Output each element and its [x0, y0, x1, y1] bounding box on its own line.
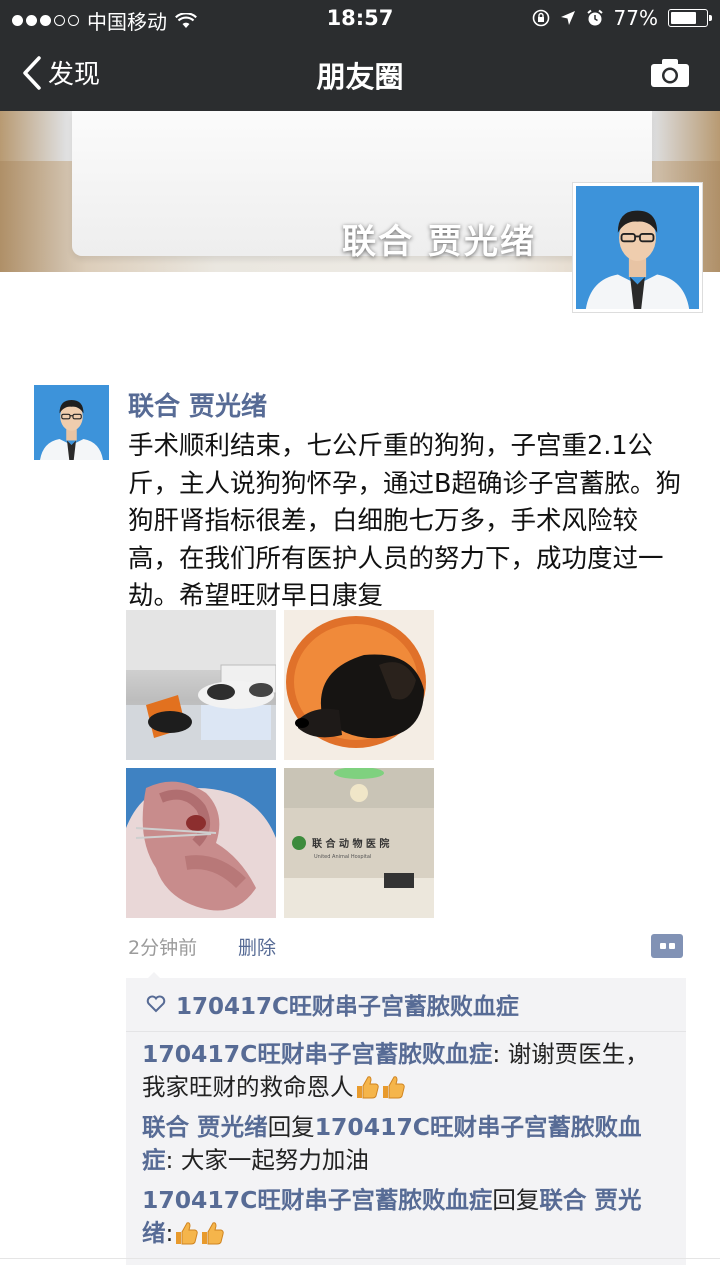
thumbs-up-icon	[382, 1076, 405, 1099]
post-text: 手术顺利结束，七公斤重的狗狗，子宫重2.1公斤，主人说狗狗怀孕，通过B超确诊子宫…	[128, 431, 681, 611]
comments-list: 170417C旺财串子宫蓄脓败血症: 谢谢贾医生，我家旺财的救命恩人 联合 贾光绪…	[126, 1032, 686, 1265]
reply-word: 回复	[492, 1186, 540, 1214]
reply-word: 回复	[267, 1113, 315, 1141]
heart-icon	[146, 995, 166, 1013]
delete-button[interactable]: 删除	[238, 933, 276, 960]
photo-dog-cone[interactable]	[284, 610, 434, 760]
photo-hospital-lobby[interactable]: 联 合 动 物 医 院 United Animal Hospital	[284, 768, 434, 918]
orientation-lock-icon	[532, 9, 549, 27]
comment-text: : 大家一起努力加油	[165, 1146, 369, 1174]
nav-bar: 发现 朋友圈	[0, 38, 720, 111]
like-user[interactable]: 170417C旺财串子宫蓄脓败血症	[176, 987, 519, 1021]
alarm-icon	[586, 9, 603, 26]
post-time: 2分钟前	[128, 937, 198, 959]
profile-avatar[interactable]	[572, 182, 703, 313]
battery-percent: 77%	[613, 6, 658, 30]
photo-sign-text: 联 合 动 物 医 院	[312, 837, 389, 850]
thumbs-up-icon	[202, 1222, 225, 1245]
interaction-panel: 170417C旺财串子宫蓄脓败血症 170417C旺财串子宫蓄脓败血症: 谢谢贾…	[126, 972, 686, 1265]
location-icon	[560, 11, 575, 25]
camera-icon[interactable]	[650, 58, 690, 88]
comment-text: :	[165, 1219, 174, 1247]
page-title: 朋友圈	[316, 60, 404, 94]
comment-user[interactable]: 170417C旺财串子宫蓄脓败血症	[142, 1040, 492, 1068]
thumbs-up-icon	[176, 1222, 199, 1245]
top-bar: 中国移动 18:57 77% 发现 朋友圈	[0, 0, 720, 111]
likes-row: 170417C旺财串子宫蓄脓败血症	[126, 978, 686, 1032]
photo-sign-subtext: United Animal Hospital	[314, 854, 371, 860]
comment-item[interactable]: 联合 贾光绪回复170417C旺财串子宫蓄脓败血症: 大家一起努力加油	[142, 1111, 668, 1177]
comment-user[interactable]: 联合 贾光绪	[142, 1113, 268, 1141]
comment-item[interactable]: 170417C旺财串子宫蓄脓败血症回复联合 贾光绪:	[142, 1184, 668, 1250]
comment-user[interactable]: 170417C旺财串子宫蓄脓败血症	[142, 1186, 492, 1214]
comment-menu-icon[interactable]	[651, 934, 683, 958]
comment-item[interactable]: 170417C旺财串子宫蓄脓败血症: 谢谢贾医生，我家旺财的救命恩人	[142, 1038, 668, 1104]
post-author-name[interactable]: 联合 贾光绪	[128, 386, 267, 423]
thumbs-up-icon	[356, 1076, 379, 1099]
photo-dog-recovering[interactable]	[126, 610, 276, 760]
post-author-avatar[interactable]	[34, 385, 109, 460]
divider	[0, 1258, 720, 1259]
status-bar: 中国移动 18:57 77%	[0, 0, 720, 38]
cover-name: 联合 贾光绪	[342, 222, 536, 262]
battery-icon	[668, 9, 712, 27]
photo-surgery[interactable]	[126, 768, 276, 918]
